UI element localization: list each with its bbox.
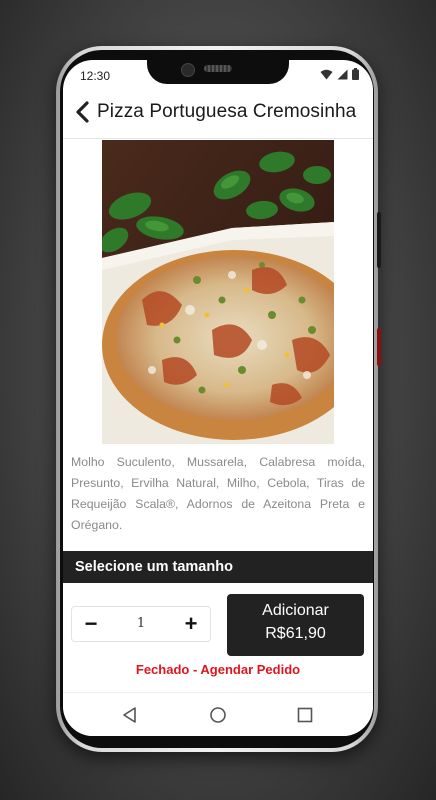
product-content: Molho Suculento, Mussarela, Calabresa mo… xyxy=(63,139,373,691)
square-recent-icon[interactable] xyxy=(294,704,316,726)
size-section-header: Selecione um tamanho xyxy=(63,551,373,583)
add-to-cart-button[interactable]: Adicionar R$61,90 xyxy=(227,594,364,656)
quantity-stepper: − 1 + xyxy=(71,606,211,642)
circle-home-icon[interactable] xyxy=(207,704,229,726)
triangle-back-icon[interactable] xyxy=(119,704,141,726)
store-closed-status[interactable]: Fechado - Agendar Pedido xyxy=(63,662,373,677)
quantity-value: 1 xyxy=(136,616,146,631)
phone-power-button xyxy=(377,328,381,366)
app-header: Pizza Portuguesa Cremosinha xyxy=(63,88,373,139)
app-screen: 12:30 Pizza Portuguesa Cremosinha Molho … xyxy=(63,60,373,736)
notch xyxy=(147,60,289,84)
wifi-icon xyxy=(320,69,333,79)
page-title: Pizza Portuguesa Cremosinha xyxy=(97,101,357,122)
battery-icon xyxy=(352,68,359,80)
product-image xyxy=(102,140,334,444)
increase-quantity-button[interactable]: + xyxy=(176,609,206,639)
status-icons xyxy=(320,68,359,80)
phone-volume-button xyxy=(377,212,381,268)
product-description: Molho Suculento, Mussarela, Calabresa mo… xyxy=(71,455,365,532)
decrease-quantity-button[interactable]: − xyxy=(76,609,106,639)
size-section-label: Selecione um tamanho xyxy=(75,559,233,575)
add-button-price: R$61,90 xyxy=(265,625,326,642)
camera-icon xyxy=(181,63,195,77)
chevron-left-icon[interactable] xyxy=(71,100,95,124)
status-time: 12:30 xyxy=(80,69,111,83)
speaker-grille xyxy=(204,65,232,72)
add-button-label: Adicionar xyxy=(262,602,329,619)
android-nav-bar xyxy=(63,692,373,736)
signal-icon xyxy=(337,69,348,79)
